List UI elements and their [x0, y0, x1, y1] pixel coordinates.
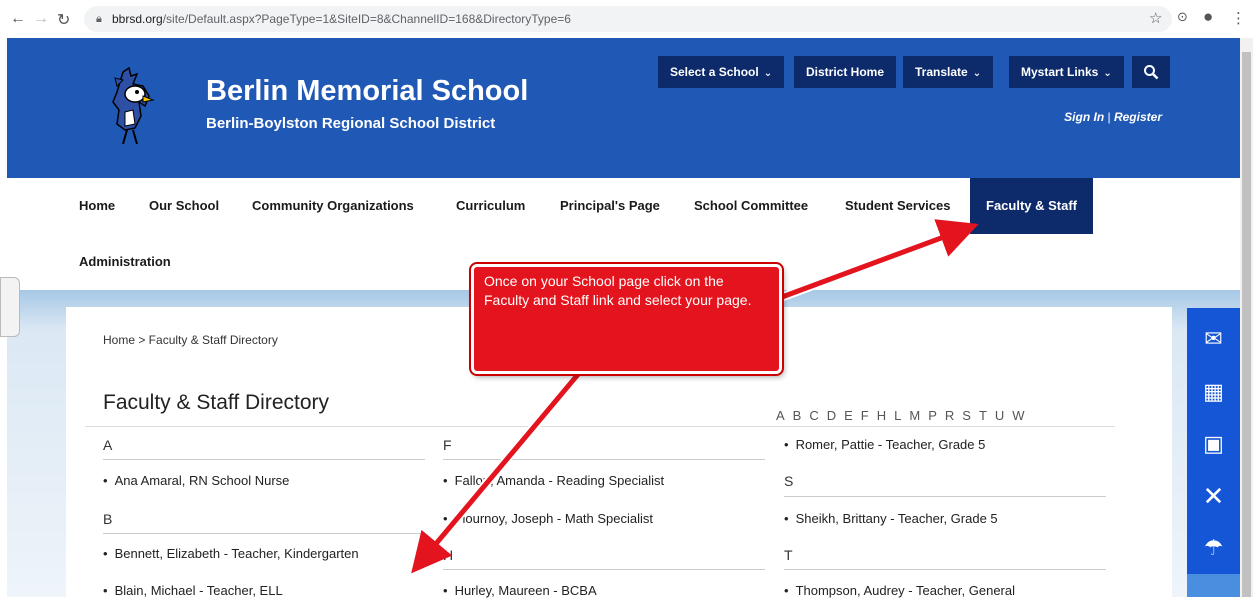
nav-our-school[interactable]: Our School: [149, 178, 219, 234]
scrollbar-thumb[interactable]: [1242, 52, 1251, 597]
staff-entry[interactable]: Romer, Pattie - Teacher, Grade 5: [784, 437, 986, 452]
divider: [784, 569, 1106, 570]
district-home-button[interactable]: District Home: [794, 56, 897, 88]
nav-faculty-staff[interactable]: Faculty & Staff: [970, 178, 1094, 234]
browser-toolbar: ← → ↻ 🔒︎ bbrsd.org/site/Default.aspx?Pag…: [0, 0, 1253, 38]
alpha-letter[interactable]: U: [995, 408, 1004, 423]
reload-icon[interactable]: ↻: [57, 10, 70, 30]
translate-label: Translate: [915, 65, 968, 79]
staff-entry[interactable]: Flournoy, Joseph - Math Specialist: [443, 511, 653, 526]
divider: [443, 569, 765, 570]
alpha-letter[interactable]: E: [844, 408, 853, 423]
contact-icon: ▣: [1203, 431, 1224, 456]
staff-entry[interactable]: Bennett, Elizabeth - Teacher, Kindergart…: [103, 546, 359, 561]
url-domain: bbrsd.org: [112, 12, 163, 26]
mail-button[interactable]: ✉: [1187, 308, 1240, 366]
calendar-button[interactable]: ▦: [1187, 366, 1240, 418]
staff-entry[interactable]: Hurley, Maureen - BCBA: [443, 583, 597, 598]
contact-button[interactable]: ▣: [1187, 418, 1240, 470]
auth-separator: |: [1107, 110, 1111, 124]
section-letter-b: B: [103, 511, 113, 527]
mystart-label: Mystart Links: [1021, 65, 1099, 79]
back-arrow-icon[interactable]: ←: [10, 10, 26, 28]
alpha-letter[interactable]: L: [894, 408, 901, 423]
nav-administration[interactable]: Administration: [79, 234, 171, 290]
nav-principals-page[interactable]: Principal's Page: [560, 178, 660, 234]
register-link[interactable]: Register: [1114, 110, 1162, 124]
nav-home[interactable]: Home: [79, 178, 115, 234]
extension-icon[interactable]: ⊙: [1177, 9, 1188, 25]
alpha-letter[interactable]: P: [928, 408, 937, 423]
divider: [85, 426, 1115, 427]
alpha-letter[interactable]: B: [793, 408, 802, 423]
nav-community-organizations[interactable]: Community Organizations: [252, 178, 414, 234]
alpha-letter[interactable]: F: [861, 408, 869, 423]
alpha-letter[interactable]: M: [909, 408, 920, 423]
auth-links: Sign In | Register: [1064, 110, 1162, 124]
search-icon: [1144, 65, 1159, 80]
forward-arrow-icon[interactable]: →: [33, 10, 49, 28]
divider: [784, 496, 1106, 497]
alpha-letter[interactable]: H: [877, 408, 886, 423]
address-bar[interactable]: 🔒︎ bbrsd.org/site/Default.aspx?PageType=…: [84, 6, 1172, 32]
bluejay-logo: [112, 66, 155, 145]
nav-student-services[interactable]: Student Services: [845, 178, 951, 234]
site-header: Berlin Memorial School Berlin-Boylston R…: [7, 38, 1240, 178]
sign-in-link[interactable]: Sign In: [1064, 110, 1104, 124]
dining-button[interactable]: ✕: [1187, 470, 1240, 522]
district-subtitle: Berlin-Boylston Regional School District: [206, 115, 496, 132]
social-button[interactable]: [1187, 574, 1240, 597]
select-school-button[interactable]: Select a School ⌄: [658, 56, 785, 88]
instruction-callout: Once on your School page click on the Fa…: [471, 264, 782, 374]
section-letter-t: T: [784, 547, 793, 563]
star-icon[interactable]: ☆: [1149, 9, 1162, 27]
mail-icon: ✉: [1204, 326, 1223, 351]
nav-curriculum[interactable]: Curriculum: [456, 178, 525, 234]
staff-entry[interactable]: Sheikh, Brittany - Teacher, Grade 5: [784, 511, 998, 526]
district-home-label: District Home: [806, 65, 885, 79]
divider: [103, 459, 425, 460]
breadcrumb[interactable]: Home > Faculty & Staff Directory: [103, 333, 278, 347]
staff-entry[interactable]: Ana Amaral, RN School Nurse: [103, 473, 290, 488]
dining-icon: ✕: [1202, 481, 1225, 511]
url-path: /site/Default.aspx?PageType=1&SiteID=8&C…: [162, 12, 571, 26]
school-title[interactable]: Berlin Memorial School: [206, 75, 528, 108]
translate-button[interactable]: Translate ⌄: [903, 56, 994, 88]
alpha-letter[interactable]: A: [776, 408, 785, 423]
side-drawer-handle[interactable]: [0, 277, 20, 337]
chevron-down-icon: ⌄: [763, 68, 773, 79]
staff-entry[interactable]: Thompson, Audrey - Teacher, General: [784, 583, 1015, 598]
umbrella-icon: ☂: [1203, 535, 1224, 560]
menu-icon[interactable]: ⋮: [1231, 9, 1246, 27]
chevron-down-icon: ⌄: [972, 68, 982, 79]
section-letter-h: H: [443, 547, 454, 563]
lock-icon: 🔒︎: [96, 13, 102, 25]
section-letter-s: S: [784, 473, 794, 489]
umbrella-button[interactable]: ☂: [1187, 522, 1240, 574]
alpha-letter[interactable]: D: [827, 408, 836, 423]
alpha-letter[interactable]: W: [1012, 408, 1024, 423]
section-letter-f: F: [443, 437, 452, 453]
divider: [443, 459, 765, 460]
section-letter-a: A: [103, 437, 113, 453]
calendar-icon: ▦: [1203, 379, 1224, 404]
divider: [103, 533, 425, 534]
alphabet-filter: ABCDEFHLMPRSTUW: [776, 408, 1033, 423]
alpha-letter[interactable]: C: [809, 408, 818, 423]
alpha-letter[interactable]: T: [979, 408, 987, 423]
page-title: Faculty & Staff Directory: [103, 391, 330, 414]
chevron-down-icon: ⌄: [1103, 68, 1112, 79]
staff-entry[interactable]: Fallon, Amanda - Reading Specialist: [443, 473, 665, 488]
profile-icon[interactable]: ●: [1203, 7, 1213, 27]
alpha-letter[interactable]: S: [962, 408, 971, 423]
search-button[interactable]: [1132, 56, 1170, 88]
staff-entry[interactable]: Blain, Michael - Teacher, ELL: [103, 583, 283, 598]
select-school-label: Select a School: [670, 65, 759, 79]
mystart-links-button[interactable]: Mystart Links ⌄: [1009, 56, 1124, 88]
nav-school-committee[interactable]: School Committee: [694, 178, 808, 234]
callout-text: Once on your School page click on the Fa…: [484, 273, 752, 308]
alpha-letter[interactable]: R: [945, 408, 954, 423]
